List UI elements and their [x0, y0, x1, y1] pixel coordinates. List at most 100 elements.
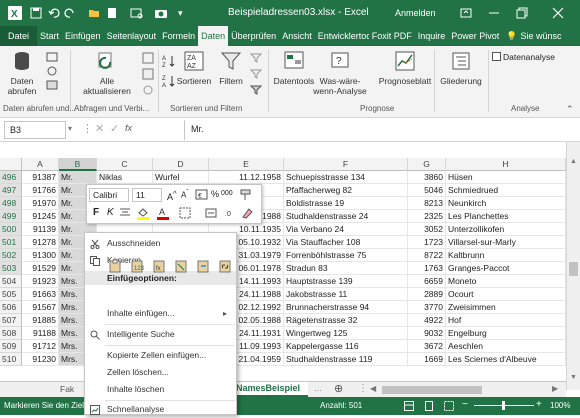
cell-h[interactable]: Zweisimmen [446, 301, 566, 314]
menu-item-smart-lookup[interactable]: Intelligente Suche [85, 326, 236, 343]
cancel-entry-icon[interactable]: ✕ [95, 122, 104, 135]
column-header-e[interactable]: E [209, 158, 284, 171]
sheet-tab-active[interactable]: NamesBeispiel [232, 382, 308, 397]
cell-a[interactable]: 91885 [22, 314, 59, 327]
cell-g[interactable]: 8722 [408, 249, 446, 262]
paste-values-icon[interactable]: 123 [130, 259, 144, 273]
cell-g[interactable]: 3052 [408, 223, 446, 236]
paste-formatting-icon[interactable] [196, 259, 210, 273]
cell-f[interactable]: Boldistrasse 19 [284, 197, 408, 210]
row-header[interactable]: 504 [0, 275, 22, 288]
cell-g[interactable]: 2325 [408, 210, 446, 223]
thousands-separator-button[interactable]: 000 [221, 190, 233, 197]
cell-g[interactable]: 1763 [408, 262, 446, 275]
cell-f[interactable]: Rägetenstrasse 32 [284, 314, 408, 327]
new-sheet-icon[interactable]: ⊕ [334, 382, 343, 395]
cell-b[interactable]: Mr. [59, 171, 97, 184]
advanced-filter-icon[interactable] [250, 84, 262, 96]
cell-f[interactable]: Studhaldenstrasse 24 [284, 210, 408, 223]
cell-h[interactable]: Aeschlen [446, 340, 566, 353]
sort-button[interactable]: ZA AZ Sortieren [176, 50, 212, 86]
collapse-ribbon-icon[interactable]: ⌃ [566, 104, 574, 115]
cell-a[interactable]: 91567 [22, 301, 59, 314]
from-table-icon[interactable] [46, 80, 60, 90]
tab-data[interactable]: Daten [198, 26, 229, 46]
cell-a[interactable]: 91923 [22, 275, 59, 288]
paste-transpose-icon[interactable] [174, 259, 188, 273]
data-analysis-button[interactable]: Datenanalyse [492, 52, 555, 62]
get-data-button[interactable]: Daten abrufen [2, 50, 42, 96]
font-size-box[interactable]: 11 [132, 188, 162, 202]
cell-f[interactable]: Via Verbano 24 [284, 223, 408, 236]
menu-item-insert-copied[interactable]: Kopierte Zellen einfügen... [85, 347, 236, 364]
row-header[interactable]: 508 [0, 327, 22, 340]
name-box-dropdown-icon[interactable]: ▾ [68, 124, 72, 133]
tab-insert[interactable]: Einfügen [62, 26, 104, 46]
cell-f[interactable]: Forrenböhlstrasse 75 [284, 249, 408, 262]
cell-f[interactable]: Stradun 83 [284, 262, 408, 275]
cell-a[interactable]: 91529 [22, 262, 59, 275]
signin-link[interactable]: Anmelden [395, 8, 436, 18]
zoom-level[interactable]: 100% [550, 401, 570, 410]
cell-f[interactable]: Kappelergasse 116 [284, 340, 408, 353]
cell-f[interactable]: Pfaffacherweg 82 [284, 184, 408, 197]
view-normal-icon[interactable] [404, 401, 414, 411]
ribbon-display-options-icon[interactable] [460, 7, 472, 19]
clear-filter-icon[interactable] [250, 52, 262, 64]
refresh-all-button[interactable]: Alle aktualisieren [74, 50, 140, 96]
tab-file[interactable]: Datei [0, 26, 38, 46]
cell-g[interactable]: 9032 [408, 327, 446, 340]
cell-h[interactable]: Unterzollikofen [446, 223, 566, 236]
cell-g[interactable]: 1669 [408, 353, 446, 366]
accounting-format-icon[interactable]: € [195, 188, 209, 201]
cell-h[interactable]: Granges-Paccot [446, 262, 566, 275]
cell-a[interactable]: 91300 [22, 249, 59, 262]
row-header[interactable]: 496 [0, 171, 22, 184]
vertical-scrollbar[interactable]: ▲ ▼ [566, 142, 580, 390]
insert-function-icon[interactable]: fx [125, 123, 132, 133]
cell-h[interactable]: Neunkirch [446, 197, 566, 210]
undo-icon[interactable] [48, 7, 60, 19]
decrease-decimal-icon[interactable]: .0 [225, 207, 237, 219]
format-painter-icon[interactable] [239, 188, 253, 201]
increase-font-icon[interactable]: A^ [167, 189, 177, 202]
scroll-up-icon[interactable]: ▲ [570, 158, 577, 165]
cell-f[interactable]: Studhaldenstrasse 119 [284, 353, 408, 366]
confirm-entry-icon[interactable]: ✓ [110, 122, 119, 135]
forecast-sheet-button[interactable]: Prognoseblatt [374, 50, 436, 86]
cell-g[interactable]: 8213 [408, 197, 446, 210]
reapply-icon[interactable] [250, 68, 262, 80]
bold-button[interactable]: F [93, 207, 99, 218]
filter-button[interactable]: Filtern [214, 50, 248, 86]
column-header-c[interactable]: C [97, 158, 153, 171]
sort-az-icon[interactable]: AZ [162, 54, 176, 68]
column-header-b[interactable]: B [59, 158, 97, 171]
formula-input[interactable]: Mr. [184, 120, 578, 140]
cell-a[interactable]: 91387 [22, 171, 59, 184]
row-header[interactable]: 502 [0, 249, 22, 262]
view-page-break-icon[interactable] [444, 401, 454, 411]
row-header[interactable]: 498 [0, 197, 22, 210]
split-handle-icon[interactable]: ⋮ [358, 383, 368, 394]
row-header[interactable]: 506 [0, 301, 22, 314]
font-name-box[interactable]: Calibri [89, 188, 129, 202]
open-folder-icon[interactable] [88, 7, 100, 19]
clear-formats-icon[interactable] [241, 207, 253, 219]
cell-g[interactable]: 3860 [408, 171, 446, 184]
decrease-font-icon[interactable]: Aˇ [181, 189, 189, 200]
restore-icon[interactable] [516, 7, 528, 19]
redo-icon[interactable] [64, 7, 76, 19]
cell-h[interactable]: Moneto [446, 275, 566, 288]
column-header-h[interactable]: H [446, 158, 566, 171]
cell-e[interactable]: 11.12.1958 [209, 171, 284, 184]
cell-f[interactable]: Via Stauffacher 108 [284, 236, 408, 249]
cell-a[interactable]: 91712 [22, 340, 59, 353]
customize-quick-access-icon[interactable]: ▾ [178, 8, 183, 19]
menu-item-paste-special[interactable]: Inhalte einfügen... ▸ [85, 305, 236, 322]
tab-foxit-pdf[interactable]: Foxit PDF [369, 26, 415, 46]
cell-a[interactable]: 91230 [22, 353, 59, 366]
zoom-slider-thumb[interactable] [502, 401, 505, 410]
cell-g[interactable]: 2889 [408, 288, 446, 301]
from-web-icon[interactable] [46, 66, 60, 76]
connections-icon[interactable] [142, 52, 154, 64]
